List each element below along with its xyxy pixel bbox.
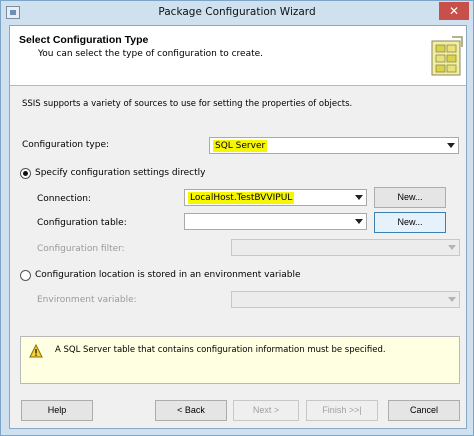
environment-variable-select[interactable]	[231, 291, 460, 308]
close-button[interactable]: ✕	[439, 2, 469, 20]
window-title: Package Configuration Wizard	[158, 6, 316, 18]
wizard-header: Select Configuration Type You can select…	[10, 26, 466, 86]
page-title: Select Configuration Type	[19, 34, 149, 46]
wizard-content: Select Configuration Type You can select…	[9, 25, 467, 429]
configuration-filter-select[interactable]	[231, 239, 460, 256]
warning-text: A SQL Server table that contains configu…	[55, 345, 386, 355]
new-connection-button[interactable]: New...	[374, 187, 446, 208]
environment-variable-value	[235, 294, 239, 296]
configuration-wizard-icon	[431, 36, 463, 76]
warning-panel: A SQL Server table that contains configu…	[20, 336, 460, 384]
warning-icon	[29, 344, 43, 358]
configuration-type-label: Configuration type:	[22, 140, 110, 150]
configuration-type-value: SQL Server	[213, 140, 268, 152]
chevron-down-icon	[448, 245, 456, 250]
title-bar: Package Configuration Wizard ✕	[1, 1, 473, 25]
chevron-down-icon	[355, 219, 363, 224]
radio-environment-variable-label: Configuration location is stored in an e…	[35, 270, 301, 280]
connection-select[interactable]: LocalHost.TestBVVIPUL	[184, 189, 367, 206]
chevron-down-icon	[355, 195, 363, 200]
finish-button[interactable]: Finish >>|	[306, 400, 378, 421]
intro-text: SSIS supports a variety of sources to us…	[22, 99, 353, 109]
configuration-table-label: Configuration table:	[37, 218, 127, 228]
radio-specify-directly[interactable]	[20, 168, 31, 179]
page-subtitle: You can select the type of configuration…	[38, 49, 264, 59]
radio-environment-variable[interactable]	[20, 270, 31, 281]
radio-specify-directly-label: Specify configuration settings directly	[35, 168, 206, 178]
cancel-button[interactable]: Cancel	[388, 400, 460, 421]
help-button[interactable]: Help	[21, 400, 93, 421]
configuration-table-value	[188, 216, 192, 218]
new-configuration-table-button[interactable]: New...	[374, 212, 446, 233]
connection-value: LocalHost.TestBVVIPUL	[188, 192, 295, 204]
chevron-down-icon	[448, 297, 456, 302]
configuration-table-select[interactable]	[184, 213, 367, 230]
back-button[interactable]: < Back	[155, 400, 227, 421]
wizard-window: Package Configuration Wizard ✕ Select Co…	[0, 0, 474, 436]
chevron-down-icon	[447, 143, 455, 148]
configuration-filter-label: Configuration filter:	[37, 244, 125, 254]
configuration-filter-value	[235, 242, 239, 244]
configuration-type-select[interactable]: SQL Server	[209, 137, 459, 154]
environment-variable-label: Environment variable:	[37, 295, 137, 305]
connection-label: Connection:	[37, 194, 91, 204]
next-button[interactable]: Next >	[233, 400, 299, 421]
